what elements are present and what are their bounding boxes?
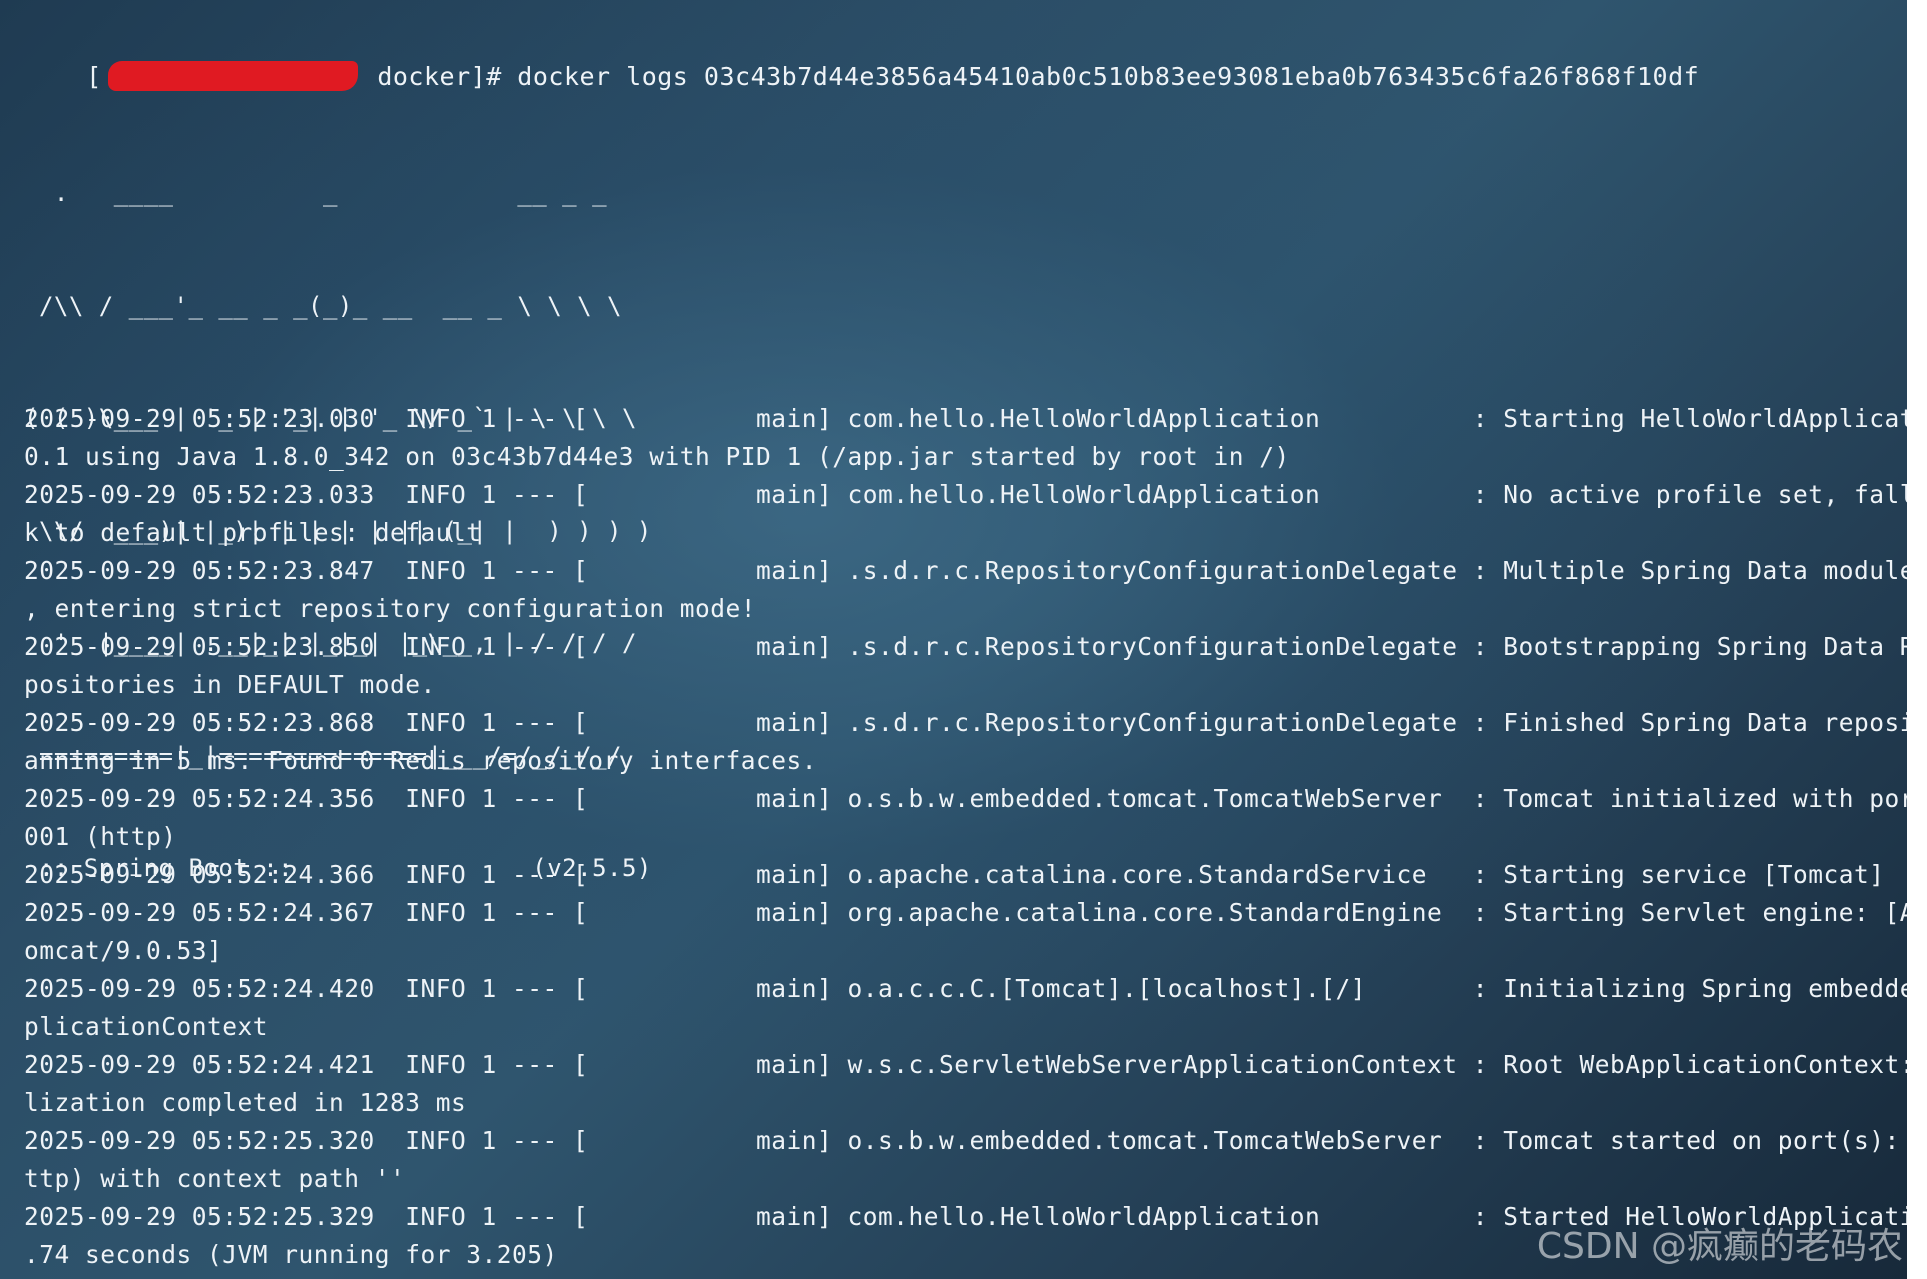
banner-line: . ____ _ __ _ _ (24, 179, 608, 207)
log-line: 2025-09-29 05:52:23.033 INFO 1 --- [ mai… (24, 480, 1907, 509)
log-line: 2025-09-29 05:52:24.366 INFO 1 --- [ mai… (24, 860, 1885, 889)
terminal-window[interactable]: [ docker]# docker logs 03c43b7d44e3856a4… (0, 0, 1907, 1279)
log-line: anning in 5 ms. Found 0 Redis repository… (24, 746, 818, 775)
log-line: 2025-09-29 05:52:24.356 INFO 1 --- [ mai… (24, 784, 1907, 813)
log-line: positories in DEFAULT mode. (24, 670, 436, 699)
log-line: k to default profiles: default (24, 518, 482, 547)
log-line: 2025-09-29 05:52:23.868 INFO 1 --- [ mai… (24, 708, 1907, 737)
log-line: 2025-09-29 05:52:24.367 INFO 1 --- [ mai… (24, 898, 1907, 927)
log-line: 0.1 using Java 1.8.0_342 on 03c43b7d44e3… (24, 442, 1290, 471)
log-line: plicationContext (24, 1012, 269, 1041)
log-line: 001 (http) (24, 822, 177, 851)
log-line: 2025-09-29 05:52:24.421 INFO 1 --- [ mai… (24, 1050, 1907, 1079)
log-line: , entering strict repository configurati… (24, 594, 757, 623)
log-line: 2025-09-29 05:52:25.320 INFO 1 --- [ mai… (24, 1126, 1907, 1155)
banner-line: /\\ / ___'_ __ _ _(_)_ __ __ _ \ \ \ \ (24, 291, 622, 320)
command-line: [ docker]# docker logs 03c43b7d44e3856a4… (24, 20, 1699, 91)
log-line: ttp) with context path '' (24, 1164, 406, 1193)
log-line: 2025-09-29 05:52:23.850 INFO 1 --- [ mai… (24, 632, 1907, 661)
log-line: lization completed in 1283 ms (24, 1088, 467, 1117)
log-line: 2025-09-29 05:52:23.030 INFO 1 --- [ mai… (24, 404, 1907, 433)
prompt-suffix: docker]# (361, 62, 518, 91)
csdn-watermark: CSDN @疯癫的老码农 (1536, 1226, 1903, 1267)
prompt-open-bracket: [ (86, 62, 102, 91)
log-output: 2025-09-29 05:52:23.030 INFO 1 --- [ mai… (24, 400, 1907, 1274)
log-line: omcat/9.0.53] (24, 936, 223, 965)
log-line: 2025-09-29 05:52:23.847 INFO 1 --- [ mai… (24, 556, 1907, 585)
page-margin (1907, 0, 1927, 1279)
redacted-hostname (107, 61, 358, 91)
log-line: 2025-09-29 05:52:24.420 INFO 1 --- [ mai… (24, 974, 1907, 1003)
command-text: docker logs 03c43b7d44e3856a45410ab0c510… (517, 62, 1700, 91)
